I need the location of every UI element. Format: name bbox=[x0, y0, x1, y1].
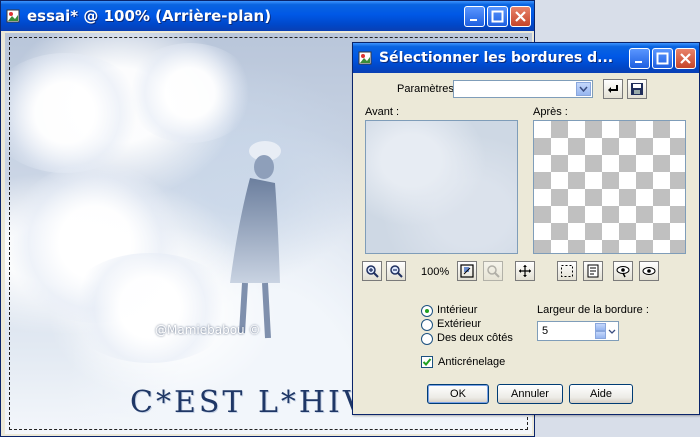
maximize-icon bbox=[491, 10, 504, 22]
auto-proof-button[interactable] bbox=[583, 261, 603, 281]
antialias-checkbox[interactable] bbox=[421, 356, 433, 368]
navigate-button[interactable] bbox=[483, 261, 503, 281]
zoom-in-button[interactable] bbox=[362, 261, 382, 281]
chevron-down-icon[interactable] bbox=[607, 323, 617, 339]
magnifier-icon bbox=[487, 265, 500, 278]
close-button[interactable] bbox=[510, 5, 531, 27]
dialog-app-icon bbox=[357, 50, 373, 66]
spin-up-icon[interactable] bbox=[595, 323, 606, 331]
document-icon bbox=[587, 264, 599, 278]
fit-zoom-button[interactable] bbox=[457, 261, 477, 281]
save-preset-button[interactable] bbox=[627, 79, 647, 99]
chevron-down-icon[interactable] bbox=[576, 82, 591, 96]
marquee-icon bbox=[561, 265, 573, 277]
maximize-icon bbox=[656, 52, 669, 64]
cancel-button[interactable]: Annuler bbox=[497, 384, 563, 404]
both-sides-radio[interactable] bbox=[421, 333, 433, 345]
undo-arrow-icon bbox=[608, 85, 618, 93]
show-selection-button[interactable] bbox=[557, 261, 577, 281]
outside-label: Extérieur bbox=[437, 318, 482, 330]
dialog-maximize-button[interactable] bbox=[652, 47, 673, 69]
before-label: Avant : bbox=[365, 106, 400, 118]
eye-pointer-icon bbox=[616, 266, 630, 278]
snow-tree bbox=[5, 53, 145, 173]
dialog-close-button[interactable] bbox=[675, 47, 696, 69]
zoom-fit-icon bbox=[460, 264, 474, 278]
dialog-title: Sélectionner les bordures d... bbox=[379, 50, 614, 66]
eye-icon bbox=[642, 267, 656, 275]
image-window-title: essai* @ 100% (Arrière-plan) bbox=[27, 7, 272, 25]
auto-preview-button[interactable] bbox=[639, 261, 659, 281]
move-arrows-icon bbox=[519, 265, 531, 277]
minimize-icon bbox=[635, 60, 642, 63]
checkmark-icon bbox=[422, 358, 432, 366]
select-borders-dialog: Sélectionner les bordures d... Paramètre… bbox=[352, 42, 700, 415]
border-width-label: Largeur de la bordure : bbox=[537, 304, 649, 316]
spin-up-down[interactable] bbox=[595, 323, 606, 339]
image-window-titlebar[interactable]: essai* @ 100% (Arrière-plan) bbox=[1, 1, 534, 31]
close-icon bbox=[680, 52, 691, 64]
minimize-button[interactable] bbox=[464, 5, 485, 27]
child-figure bbox=[230, 141, 281, 339]
help-button[interactable]: Aide bbox=[569, 384, 633, 404]
dialog-minimize-button[interactable] bbox=[629, 47, 650, 69]
minimize-icon bbox=[470, 18, 477, 21]
spin-down-icon[interactable] bbox=[595, 331, 606, 339]
zoom-out-button[interactable] bbox=[386, 261, 406, 281]
floppy-disk-icon bbox=[631, 83, 643, 95]
app-icon bbox=[5, 8, 21, 24]
outside-radio[interactable] bbox=[421, 319, 433, 331]
ok-button[interactable]: OK bbox=[427, 384, 489, 404]
antialias-label: Anticrénelage bbox=[438, 356, 506, 368]
snow-tree bbox=[65, 253, 235, 363]
params-dropdown[interactable] bbox=[453, 80, 593, 98]
snow-tree bbox=[125, 43, 255, 143]
after-preview[interactable] bbox=[533, 120, 686, 254]
dialog-titlebar[interactable]: Sélectionner les bordures d... bbox=[353, 43, 699, 73]
inside-label: Intérieur bbox=[437, 304, 478, 316]
watermark-text: @Mamiebabou © bbox=[155, 323, 261, 337]
close-icon bbox=[515, 10, 526, 22]
border-width-value: 5 bbox=[542, 325, 549, 337]
before-preview[interactable] bbox=[365, 120, 518, 254]
zoom-in-icon bbox=[366, 265, 379, 278]
inside-radio[interactable] bbox=[421, 305, 433, 317]
zoom-out-icon bbox=[390, 265, 403, 278]
border-width-spinner[interactable]: 5 bbox=[537, 321, 619, 341]
maximize-button[interactable] bbox=[487, 5, 508, 27]
params-label: Paramètres : bbox=[397, 83, 460, 95]
after-label: Après : bbox=[533, 106, 568, 118]
reset-button[interactable] bbox=[603, 79, 623, 99]
pan-button[interactable] bbox=[515, 261, 535, 281]
proof-button[interactable] bbox=[613, 261, 633, 281]
both-sides-label: Des deux côtés bbox=[437, 332, 513, 344]
zoom-level: 100% bbox=[421, 266, 450, 278]
